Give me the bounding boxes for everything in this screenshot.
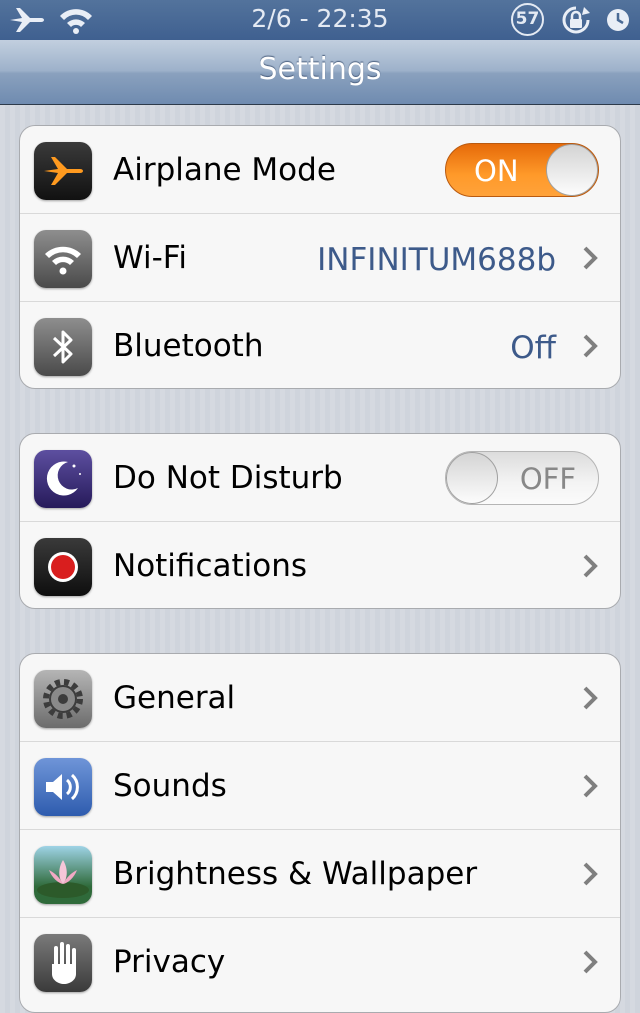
moon-icon [34,450,92,508]
switch-state-text: ON [474,154,519,188]
sounds-label: Sounds [113,768,227,804]
switch-state-text: OFF [519,462,576,496]
notifications-label: Notifications [113,548,308,584]
wifi-label: Wi-Fi [113,240,187,276]
hand-icon [34,934,92,992]
privacy-row[interactable]: Privacy [20,918,620,1006]
settings-group-alerts: Do Not Disturb OFF Notifications [19,433,621,609]
chevron-right-icon [583,686,598,710]
gear-icon [34,670,92,728]
chevron-right-icon [583,554,598,578]
speaker-icon [34,758,92,816]
chevron-right-icon [583,950,598,974]
general-row[interactable]: General [20,654,620,742]
bluetooth-icon [34,318,92,376]
switch-knob [546,144,598,196]
status-bar: 2/6 - 22:35 57 [0,0,640,40]
general-label: General [113,680,236,716]
rotation-lock-icon [562,6,590,34]
page-title: Settings [258,52,382,87]
navigation-bar: Settings [0,40,640,105]
bluetooth-row[interactable]: Bluetooth Off [20,302,620,388]
chevron-right-icon [583,246,598,270]
do-not-disturb-label: Do Not Disturb [113,460,343,496]
chevron-right-icon [583,862,598,886]
status-time: 2/6 - 22:35 [251,4,389,33]
notification-count-badge: 57 [511,3,544,36]
settings-group-connectivity: Airplane Mode ON Wi-Fi INFINITUM688b Blu… [19,125,621,389]
notifications-row[interactable]: Notifications [20,522,620,608]
airplane-mode-row: Airplane Mode ON [20,126,620,214]
sounds-row[interactable]: Sounds [20,742,620,830]
airplane-mode-label: Airplane Mode [113,152,336,188]
do-not-disturb-switch[interactable]: OFF [445,451,599,505]
airplane-mode-icon [34,142,92,200]
brightness-wallpaper-label: Brightness & Wallpaper [113,856,478,892]
settings-group-device: General Sounds Brightness & Wallpaper Pr… [19,653,621,1013]
switch-knob [446,452,498,504]
wifi-network-value: INFINITUM688b [317,242,556,278]
bluetooth-status-value: Off [510,330,556,366]
chevron-right-icon [583,774,598,798]
do-not-disturb-row: Do Not Disturb OFF [20,434,620,522]
brightness-wallpaper-row[interactable]: Brightness & Wallpaper [20,830,620,918]
flower-icon [34,846,92,904]
notifications-icon [34,538,92,596]
wifi-row[interactable]: Wi-Fi INFINITUM688b [20,214,620,302]
wifi-settings-icon [34,230,92,288]
clock-icon [607,9,629,31]
bluetooth-label: Bluetooth [113,328,264,364]
chevron-right-icon [583,334,598,358]
privacy-label: Privacy [113,944,226,980]
airplane-mode-switch[interactable]: ON [445,143,599,197]
